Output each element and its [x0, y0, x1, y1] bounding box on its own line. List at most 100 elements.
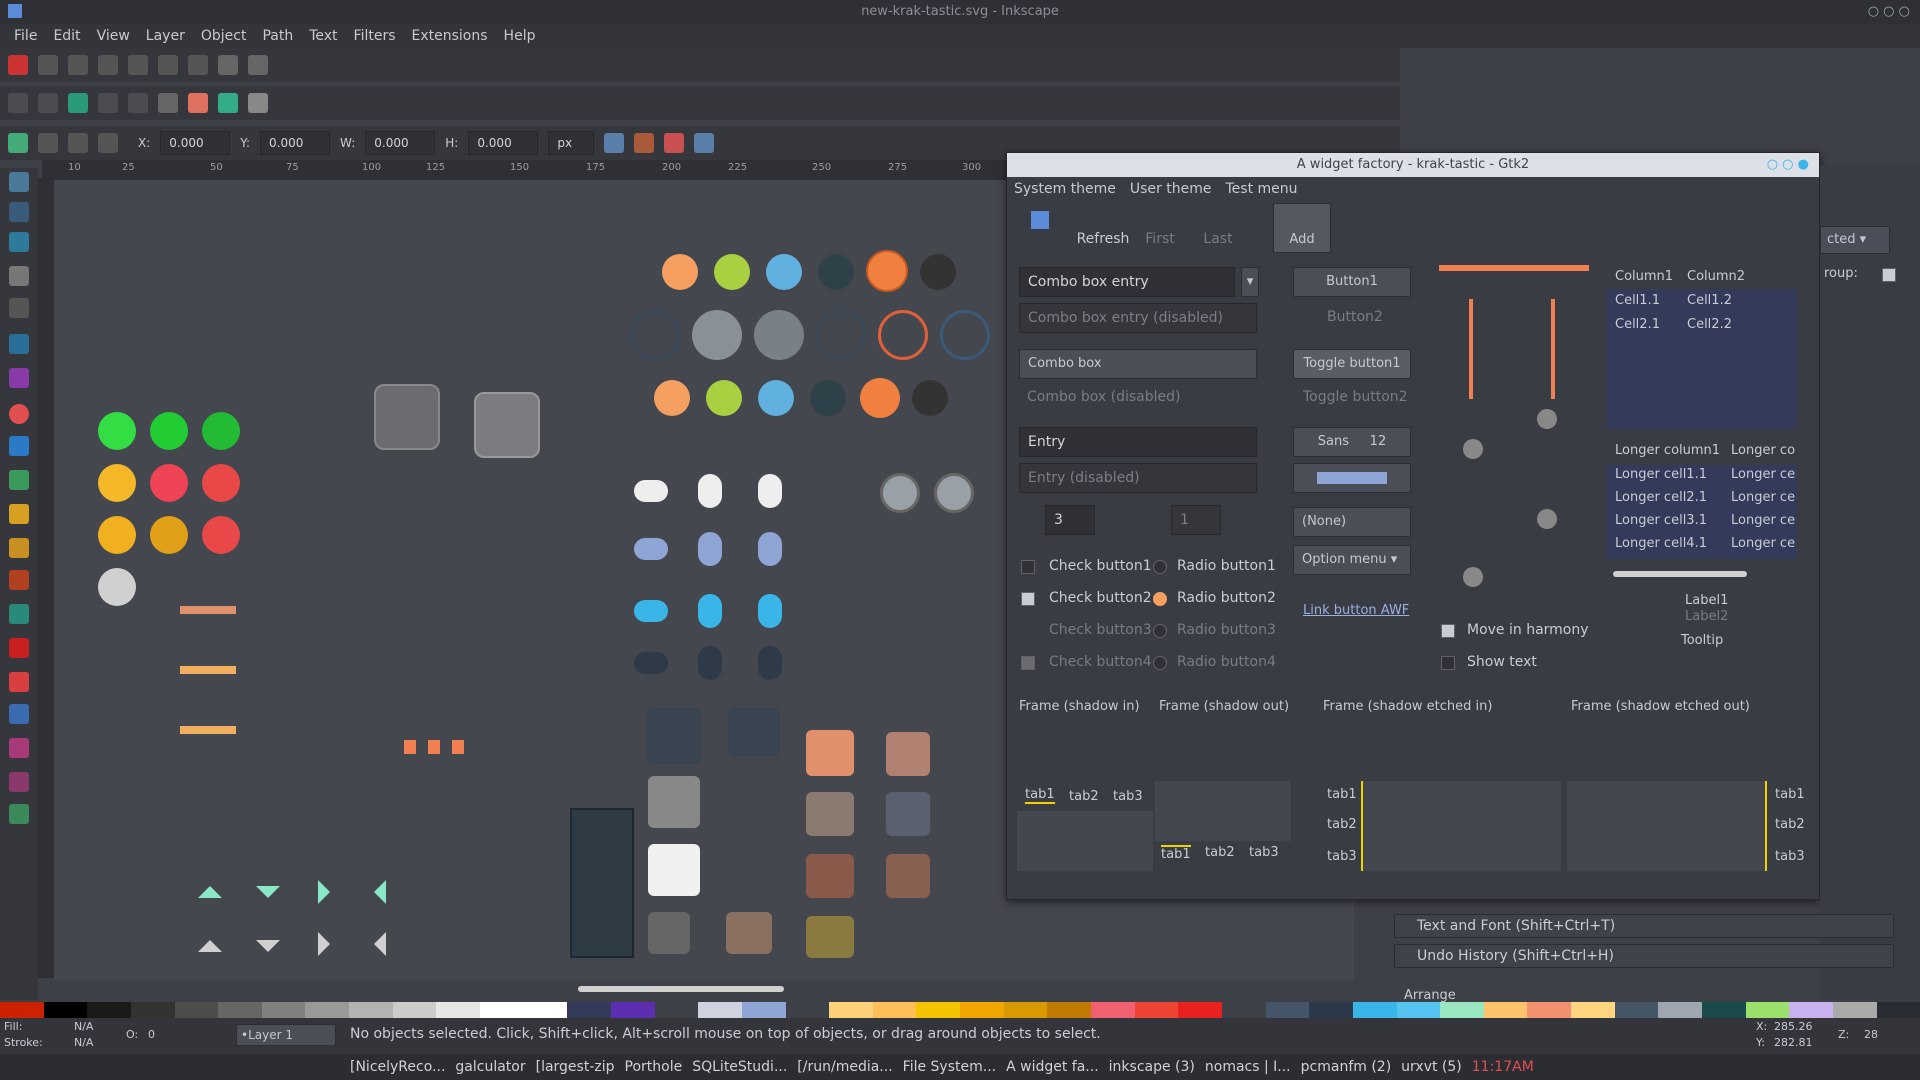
- radio-button1-dot[interactable]: [1153, 560, 1167, 574]
- tree2-cell[interactable]: Longer cell2.1: [1615, 490, 1707, 505]
- tree2-cell[interactable]: Longer ce: [1731, 490, 1795, 505]
- tree-cell[interactable]: Cell2.1: [1615, 317, 1660, 332]
- calligraphy-tool-icon[interactable]: [9, 570, 29, 590]
- transform-gradient-icon[interactable]: [664, 133, 685, 153]
- path-icon[interactable]: [188, 55, 208, 75]
- selector-tool-icon[interactable]: [9, 172, 29, 192]
- tree2-cell[interactable]: Longer cell3.1: [1615, 513, 1707, 528]
- palette-swatch[interactable]: [1876, 1002, 1920, 1018]
- rect-tool-icon[interactable]: [9, 334, 29, 354]
- select-all-icon[interactable]: [38, 55, 58, 75]
- knob-4[interactable]: [1463, 567, 1483, 587]
- refresh-button[interactable]: Refresh: [1073, 231, 1133, 247]
- radio-button2-dot[interactable]: [1153, 592, 1167, 606]
- undo-icon[interactable]: [98, 93, 118, 113]
- spiral-tool-icon[interactable]: [9, 470, 29, 490]
- dock-dropdown[interactable]: cted ▾: [1820, 226, 1890, 254]
- redo-icon[interactable]: [128, 93, 148, 113]
- node-icon[interactable]: [158, 55, 178, 75]
- open-file-icon[interactable]: [38, 93, 58, 113]
- toggle-button2[interactable]: Toggle button2: [1303, 389, 1408, 405]
- tree2-cell[interactable]: Longer cell4.1: [1615, 536, 1707, 551]
- spray-tool-icon[interactable]: [9, 638, 29, 658]
- first-button[interactable]: First: [1135, 231, 1185, 247]
- stroke-value[interactable]: N/A: [74, 1036, 93, 1049]
- panel-undo-history[interactable]: Undo History (Shift+Ctrl+H): [1394, 944, 1894, 968]
- tree2-header-2[interactable]: Longer co: [1731, 443, 1795, 458]
- knob-3[interactable]: [1537, 509, 1557, 529]
- tree-view[interactable]: [1607, 289, 1797, 429]
- tab-left-3[interactable]: tab3: [1327, 849, 1357, 864]
- option-menu[interactable]: Option menu ▾: [1293, 545, 1411, 575]
- menu-text[interactable]: Text: [301, 24, 345, 48]
- combo-entry-dropdown[interactable]: ▾: [1241, 267, 1259, 297]
- tree2-cell[interactable]: Longer ce: [1731, 467, 1795, 482]
- dialog-window-controls[interactable]: ○ ○ ●: [1767, 153, 1809, 177]
- tab-right-2[interactable]: tab2: [1775, 817, 1805, 832]
- check-button1[interactable]: Check button1: [1049, 558, 1152, 574]
- spin-button[interactable]: 3: [1045, 505, 1095, 535]
- measure-tool-icon[interactable]: [9, 298, 29, 318]
- tab-bottom-2[interactable]: tab2: [1205, 845, 1235, 860]
- fill-value[interactable]: N/A: [74, 1020, 93, 1033]
- check-button2-box[interactable]: [1021, 592, 1035, 606]
- y-field[interactable]: 0.000: [260, 131, 331, 155]
- tree-cell[interactable]: Cell1.2: [1687, 293, 1732, 308]
- tab-right-3[interactable]: tab3: [1775, 849, 1805, 864]
- taskbar-item[interactable]: urxvt (5): [1401, 1059, 1462, 1075]
- dock-group-checkbox[interactable]: [1882, 268, 1896, 282]
- knob-2[interactable]: [1463, 439, 1483, 459]
- star-tool-icon[interactable]: [9, 436, 29, 456]
- tab-top-1[interactable]: tab1: [1025, 787, 1055, 804]
- transform-pattern-icon[interactable]: [694, 133, 715, 153]
- palette-swatch[interactable]: [1745, 1002, 1790, 1018]
- tree-header-column1[interactable]: Column1: [1615, 269, 1673, 284]
- palette-swatch[interactable]: [1265, 1002, 1310, 1018]
- gradient-tool-icon[interactable]: [9, 738, 29, 758]
- palette-swatch[interactable]: [872, 1002, 917, 1018]
- select-same-icon[interactable]: [98, 55, 118, 75]
- palette-swatch[interactable]: [829, 1002, 873, 1018]
- canvas-scrollbar[interactable]: [578, 986, 784, 992]
- gtk-icon[interactable]: [1031, 211, 1049, 229]
- palette-swatch[interactable]: [567, 1002, 611, 1018]
- taskbar-item[interactable]: galculator: [455, 1059, 525, 1075]
- menu-extensions[interactable]: Extensions: [404, 24, 496, 48]
- palette-swatch[interactable]: [1789, 1002, 1833, 1018]
- palette-swatch[interactable]: [785, 1002, 830, 1018]
- tab-left-2[interactable]: tab2: [1327, 817, 1357, 832]
- check-button2[interactable]: Check button2: [1049, 590, 1152, 606]
- mesh-tool-icon[interactable]: [9, 772, 29, 792]
- w-field[interactable]: 0.000: [365, 131, 436, 155]
- lower-icon[interactable]: [98, 133, 118, 153]
- xml-editor-icon[interactable]: [218, 93, 238, 113]
- palette-swatch[interactable]: [130, 1002, 175, 1018]
- taskbar-item[interactable]: A widget fa...: [1006, 1059, 1099, 1075]
- tab-left-1[interactable]: tab1: [1327, 787, 1357, 802]
- check-button1-box[interactable]: [1021, 560, 1035, 574]
- font-button[interactable]: Sans 12: [1293, 427, 1411, 457]
- unit-select[interactable]: px: [548, 131, 595, 155]
- flip-icon[interactable]: [38, 133, 58, 153]
- pencil-tool-icon[interactable]: [9, 504, 29, 524]
- button2[interactable]: Button2: [1327, 309, 1383, 325]
- select-icon[interactable]: [68, 55, 88, 75]
- scale-corners-icon[interactable]: [634, 133, 655, 153]
- layer-dropdown[interactable]: •Layer 1: [236, 1024, 336, 1046]
- palette-swatch[interactable]: [218, 1002, 262, 1018]
- palette-swatch[interactable]: [1571, 1002, 1615, 1018]
- palette-swatch[interactable]: [1047, 1002, 1092, 1018]
- palette-swatch[interactable]: [960, 1002, 1004, 1018]
- tree2-scrollbar[interactable]: [1613, 571, 1747, 577]
- palette-swatch[interactable]: [1701, 1002, 1746, 1018]
- panel-arrange[interactable]: Arrange: [1404, 988, 1456, 1003]
- horizontal-scale[interactable]: [1439, 265, 1589, 271]
- palette-swatch[interactable]: [1396, 1002, 1441, 1018]
- zoom-field[interactable]: 28: [1864, 1028, 1878, 1041]
- palette-swatch[interactable]: [349, 1002, 393, 1018]
- tree2-cell[interactable]: Longer ce: [1731, 513, 1795, 528]
- taskbar-item[interactable]: [/run/media...: [797, 1059, 892, 1075]
- taskbar-item[interactable]: [NicelyReco...: [350, 1059, 445, 1075]
- color-palette[interactable]: [0, 1002, 1920, 1018]
- palette-swatch[interactable]: [87, 1002, 131, 1018]
